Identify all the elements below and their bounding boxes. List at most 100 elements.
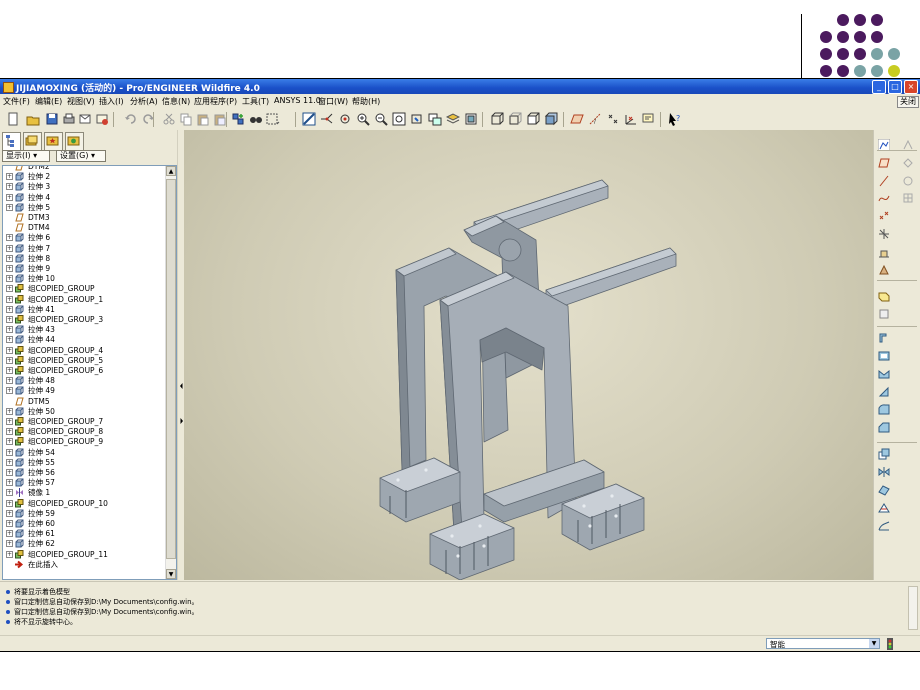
- refit-icon[interactable]: [392, 112, 406, 126]
- tree-item[interactable]: + 组COPIED_GROUP_11: [3, 549, 166, 560]
- tree-item[interactable]: + 拉伸 60: [3, 519, 166, 529]
- expand-icon[interactable]: +: [6, 418, 13, 425]
- shading-icon[interactable]: [544, 112, 558, 126]
- tree-item[interactable]: + 组COPIED_GROUP_9: [3, 437, 166, 447]
- expand-icon[interactable]: +: [6, 336, 13, 344]
- expand-icon[interactable]: +: [6, 530, 13, 538]
- expand-icon[interactable]: +: [6, 356, 13, 364]
- expand-icon[interactable]: +: [6, 193, 13, 201]
- trim-tool-icon[interactable]: [878, 502, 890, 514]
- menu-tools[interactable]: 工具(T): [242, 96, 269, 107]
- insert-here-row[interactable]: 在此插入: [3, 560, 166, 570]
- expand-icon[interactable]: +: [6, 438, 13, 446]
- datum-axis-tool-icon[interactable]: [878, 175, 890, 187]
- tree-item[interactable]: + 拉伸 62: [3, 539, 166, 549]
- tree-item[interactable]: + 组COPIED_GROUP_3: [3, 315, 166, 325]
- expand-icon[interactable]: +: [6, 448, 13, 456]
- scroll-up-icon[interactable]: ▲: [166, 166, 176, 176]
- expand-icon[interactable]: +: [6, 377, 13, 385]
- revolve-tool-icon[interactable]: [878, 308, 890, 320]
- tab-folder-browser[interactable]: [23, 132, 42, 151]
- datum-point-tool-icon[interactable]: [878, 210, 890, 222]
- save-icon[interactable]: [45, 112, 59, 126]
- no-hidden-icon[interactable]: [526, 112, 540, 126]
- tree-item[interactable]: + 拉伸 56: [3, 468, 166, 478]
- tree-item[interactable]: + 拉伸 10: [3, 274, 166, 284]
- expand-icon[interactable]: +: [6, 479, 13, 487]
- layers-icon[interactable]: [446, 112, 460, 126]
- selection-filter-select[interactable]: 智能 ▼: [766, 638, 880, 649]
- tree-item[interactable]: + 拉伸 4: [3, 193, 166, 203]
- tree-item[interactable]: + 拉伸 5: [3, 203, 166, 213]
- expand-icon[interactable]: +: [6, 520, 13, 527]
- expand-icon[interactable]: +: [6, 203, 13, 211]
- expand-icon[interactable]: +: [6, 489, 13, 497]
- tab-favorites[interactable]: [44, 132, 63, 151]
- menu-file[interactable]: 文件(F): [3, 96, 30, 107]
- view-manager-icon[interactable]: [464, 112, 478, 126]
- context-help-icon[interactable]: ?: [668, 112, 682, 126]
- tab-model-tree[interactable]: [2, 132, 21, 151]
- tree-item[interactable]: + 拉伸 48: [3, 376, 166, 386]
- scroll-thumb[interactable]: [166, 179, 176, 559]
- close-model-button[interactable]: 关闭: [897, 96, 919, 108]
- tree-item[interactable]: DTM4: [3, 223, 166, 233]
- tree-item[interactable]: DTM2: [3, 166, 166, 172]
- reorient-icon[interactable]: [410, 112, 424, 126]
- tree-item[interactable]: + 拉伸 54: [3, 448, 166, 458]
- expand-icon[interactable]: +: [6, 387, 13, 395]
- tree-item[interactable]: + 拉伸 59: [3, 509, 166, 519]
- menu-window[interactable]: 窗口(W): [318, 96, 348, 107]
- expand-icon[interactable]: +: [6, 469, 13, 476]
- expand-icon[interactable]: +: [6, 367, 13, 374]
- menu-insert[interactable]: 插入(I): [99, 96, 124, 107]
- expand-icon[interactable]: +: [6, 173, 13, 181]
- tree-item[interactable]: + 拉伸 50: [3, 407, 166, 417]
- message-scrollbar[interactable]: [908, 586, 918, 630]
- datum-curve-tool-icon[interactable]: [878, 192, 890, 204]
- expand-icon[interactable]: +: [6, 346, 13, 354]
- minimize-button[interactable]: _: [872, 80, 886, 94]
- tree-item[interactable]: + 组COPIED_GROUP_1: [3, 294, 166, 305]
- round-tool-icon[interactable]: [878, 404, 890, 416]
- tree-item[interactable]: + 组COPIED_GROUP_6: [3, 366, 166, 376]
- scroll-down-icon[interactable]: ▼: [166, 569, 176, 579]
- tree-scrollbar[interactable]: ▲ ▼: [165, 166, 176, 579]
- expand-icon[interactable]: +: [6, 316, 13, 323]
- datum-axes-toggle-icon[interactable]: /: [588, 112, 602, 126]
- maximize-button[interactable]: □: [888, 80, 902, 94]
- annotation-toggle-icon[interactable]: [642, 112, 656, 126]
- tree-item[interactable]: + 拉伸 43: [3, 325, 166, 335]
- orient-mode-icon[interactable]: [338, 112, 352, 126]
- expand-icon[interactable]: +: [6, 285, 13, 293]
- expand-icon[interactable]: +: [6, 183, 13, 191]
- menu-edit[interactable]: 编辑(E): [35, 96, 62, 107]
- tree-item[interactable]: + 镜像 1: [3, 488, 166, 498]
- tree-item[interactable]: + 组COPIED_GROUP_4: [3, 345, 166, 356]
- datum-points-toggle-icon[interactable]: [606, 112, 620, 126]
- expand-icon[interactable]: +: [6, 509, 13, 517]
- expand-icon[interactable]: +: [6, 540, 13, 548]
- open-folder-icon[interactable]: [26, 112, 40, 126]
- menu-ansys[interactable]: ANSYS 11.0: [274, 96, 321, 105]
- merge-tool-icon[interactable]: [878, 484, 890, 496]
- datum-offset-icon[interactable]: [902, 157, 914, 169]
- mirror-tool-icon[interactable]: [878, 466, 890, 478]
- tree-item[interactable]: + 拉伸 49: [3, 386, 166, 396]
- hidden-line-icon[interactable]: [508, 112, 522, 126]
- datum-ref-icon[interactable]: [902, 175, 914, 187]
- datum-planes-toggle-icon[interactable]: [570, 112, 584, 126]
- find-icon[interactable]: [249, 112, 263, 126]
- mail-attach-icon[interactable]: [95, 112, 109, 126]
- tree-item[interactable]: + 拉伸 41: [3, 305, 166, 315]
- saved-views-icon[interactable]: [428, 112, 442, 126]
- regenerate-icon[interactable]: [231, 112, 245, 126]
- print-icon[interactable]: [62, 112, 76, 126]
- expand-icon[interactable]: +: [6, 428, 13, 436]
- tree-item[interactable]: + 拉伸 6: [3, 233, 166, 243]
- coord-sys-tool-icon[interactable]: [878, 228, 890, 240]
- graphics-window[interactable]: [184, 130, 873, 580]
- expand-icon[interactable]: +: [6, 234, 13, 242]
- undo-icon[interactable]: [124, 112, 138, 126]
- tab-connections[interactable]: [65, 132, 84, 151]
